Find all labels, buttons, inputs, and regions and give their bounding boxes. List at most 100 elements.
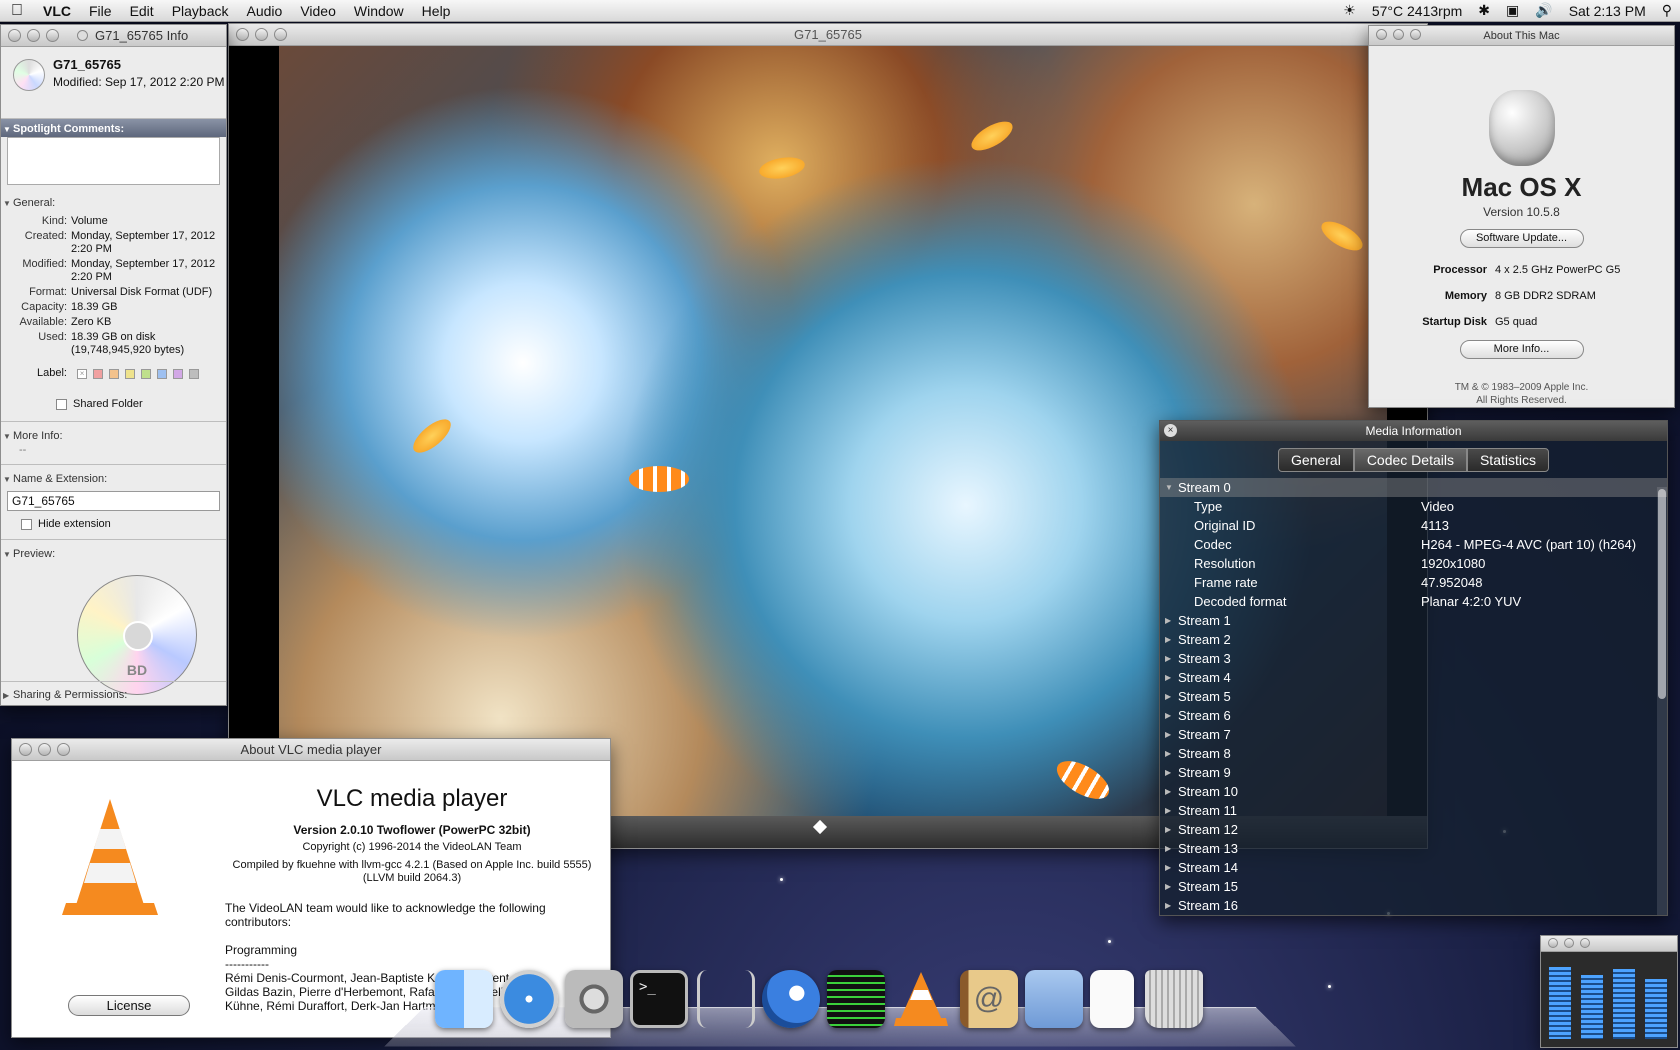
menu-video[interactable]: Video (291, 3, 345, 19)
stream-row[interactable]: Stream 7 (1160, 725, 1667, 744)
menu-audio[interactable]: Audio (238, 3, 292, 19)
zoom-button[interactable] (1580, 938, 1590, 948)
preview-section-header[interactable]: Preview: (1, 544, 226, 562)
stream-row[interactable]: Stream 9 (1160, 763, 1667, 782)
spotlight-icon[interactable]: ⚲ (1654, 2, 1680, 19)
close-button[interactable] (8, 29, 21, 42)
stream-row[interactable]: Stream 1 (1160, 611, 1667, 630)
minimize-button[interactable] (255, 28, 268, 41)
vlc-dock-icon[interactable] (892, 970, 950, 1028)
finder-icon[interactable] (435, 970, 493, 1028)
stream-row[interactable]: Stream 13 (1160, 839, 1667, 858)
media-info-titlebar[interactable]: × Media Information (1160, 421, 1667, 441)
menu-edit[interactable]: Edit (121, 3, 163, 19)
label-orange[interactable] (109, 369, 119, 379)
document-icon[interactable] (1090, 970, 1134, 1028)
cpu-monitor-titlebar[interactable] (1541, 936, 1677, 952)
menu-playback[interactable]: Playback (163, 3, 238, 19)
documents-folder-icon[interactable] (1025, 970, 1083, 1028)
name-field[interactable]: G71_65765 (7, 491, 220, 511)
minimize-button[interactable] (38, 743, 51, 756)
trash-icon[interactable] (1145, 970, 1203, 1028)
checkbox-box[interactable] (21, 518, 32, 530)
sharing-permissions-section-header[interactable]: Sharing & Permissions: (1, 685, 226, 703)
stream-row[interactable]: Stream 16 (1160, 896, 1667, 915)
minimize-button[interactable] (1564, 938, 1574, 948)
safari-icon[interactable] (500, 970, 558, 1028)
spotlight-comments-header[interactable]: Spotlight Comments: (1, 119, 226, 137)
name-extension-section-header[interactable]: Name & Extension: (1, 469, 226, 487)
label-gray[interactable] (189, 369, 199, 379)
close-button[interactable] (1376, 29, 1387, 40)
stream-list: Stream 0 TypeVideo Original ID4113 Codec… (1160, 478, 1667, 915)
utility-calipers-icon[interactable] (697, 970, 755, 1028)
info-titlebar[interactable]: G71_65765 Info (1, 25, 226, 47)
stream-row[interactable]: Stream 2 (1160, 630, 1667, 649)
stream-row[interactable]: Stream 10 (1160, 782, 1667, 801)
stream-row[interactable]: Stream 12 (1160, 820, 1667, 839)
fish (407, 413, 457, 459)
label-blue[interactable] (157, 369, 167, 379)
label-none[interactable]: × (77, 369, 87, 379)
property-row: Available: Zero KB (19, 316, 112, 328)
close-button[interactable] (19, 743, 32, 756)
more-info-section-header[interactable]: More Info: (1, 426, 226, 444)
stream-row[interactable]: Stream 5 (1160, 687, 1667, 706)
close-icon[interactable]: × (1164, 424, 1177, 437)
thunderbird-icon[interactable] (762, 970, 820, 1028)
hide-extension-checkbox[interactable]: Hide extension (1, 515, 226, 533)
general-section-header[interactable]: General: (1, 193, 226, 211)
display-icon[interactable]: ▣ (1498, 2, 1527, 19)
checkbox-box[interactable] (56, 398, 67, 410)
apple-menu-icon[interactable]:  (0, 2, 34, 20)
label-purple[interactable] (173, 369, 183, 379)
zoom-button[interactable] (274, 28, 287, 41)
minimize-button[interactable] (27, 29, 40, 42)
close-button[interactable] (1548, 938, 1558, 948)
tab-statistics[interactable]: Statistics (1466, 448, 1549, 472)
zoom-button[interactable] (1410, 29, 1421, 40)
scrollbar-thumb[interactable] (1658, 489, 1666, 699)
software-update-button[interactable]: Software Update... (1459, 229, 1584, 248)
seek-slider-knob[interactable] (812, 819, 828, 835)
stream-row[interactable]: Stream 8 (1160, 744, 1667, 763)
bluetooth-icon[interactable]: ✱ (1470, 2, 1498, 19)
zoom-button[interactable] (46, 29, 59, 42)
label-yellow[interactable] (125, 369, 135, 379)
sun-icon[interactable]: ☀ (1335, 2, 1364, 19)
temperature-readout[interactable]: 57°C 2413rpm (1364, 3, 1470, 19)
more-info-button[interactable]: More Info... (1459, 340, 1584, 359)
vlc-video-titlebar[interactable]: G71_65765 (229, 24, 1427, 46)
stream-row[interactable]: Stream 6 (1160, 706, 1667, 725)
spotlight-comments-field[interactable] (7, 137, 220, 185)
clock[interactable]: Sat 2:13 PM (1561, 3, 1654, 19)
menu-window[interactable]: Window (345, 3, 413, 19)
about-vlc-titlebar[interactable]: About VLC media player (12, 739, 610, 761)
stream-row[interactable]: Stream 15 (1160, 877, 1667, 896)
system-preferences-icon[interactable] (565, 970, 623, 1028)
menu-file[interactable]: File (80, 3, 121, 19)
address-book-icon[interactable]: @ (960, 970, 1018, 1028)
menu-app[interactable]: VLC (34, 3, 80, 19)
volume-icon[interactable]: 🔊 (1527, 2, 1560, 19)
shared-folder-checkbox[interactable]: Shared Folder (1, 395, 226, 413)
stream-row[interactable]: Stream 3 (1160, 649, 1667, 668)
stream-row-0[interactable]: Stream 0 (1160, 478, 1667, 497)
stream-list-scrollbar[interactable] (1657, 487, 1667, 915)
stream-row[interactable]: Stream 4 (1160, 668, 1667, 687)
close-button[interactable] (236, 28, 249, 41)
stream-row[interactable]: Stream 14 (1160, 858, 1667, 877)
terminal-icon[interactable]: >_ (630, 970, 688, 1028)
tab-codec-details[interactable]: Codec Details (1353, 448, 1467, 472)
tab-general[interactable]: General (1278, 448, 1354, 472)
zoom-button[interactable] (57, 743, 70, 756)
activity-monitor-icon[interactable] (827, 970, 885, 1028)
menu-help[interactable]: Help (413, 3, 460, 19)
label-green[interactable] (141, 369, 151, 379)
stream-row[interactable]: Stream 11 (1160, 801, 1667, 820)
vlc-version: Version 2.0.10 Twoflower (PowerPC 32bit) (293, 823, 531, 837)
label-red[interactable] (93, 369, 103, 379)
minimize-button[interactable] (1393, 29, 1404, 40)
license-button[interactable]: License (68, 995, 190, 1016)
about-mac-titlebar[interactable]: About This Mac (1369, 26, 1674, 46)
